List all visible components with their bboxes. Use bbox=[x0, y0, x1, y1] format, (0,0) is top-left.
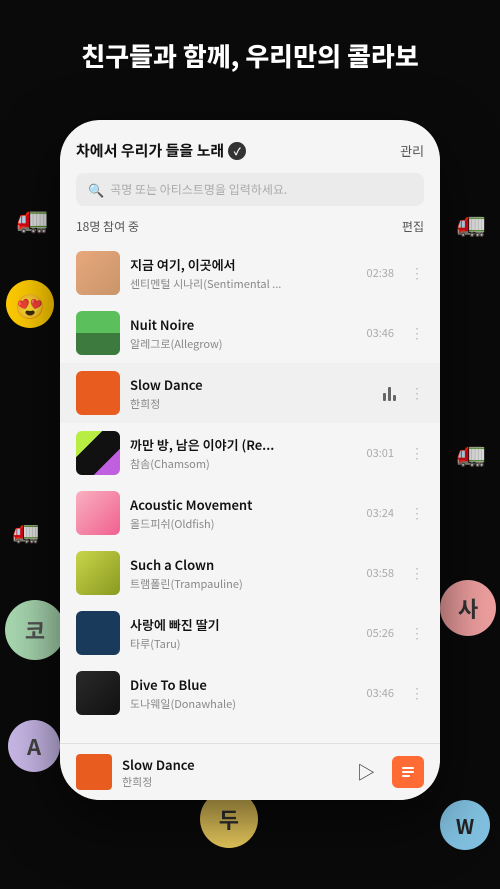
more-icon[interactable]: ⋮ bbox=[410, 263, 424, 283]
song-name: Acoustic Movement bbox=[130, 495, 357, 514]
song-item[interactable]: 지금 여기, 이곳에서 센티멘털 시나리(Sentimental ... 02:… bbox=[60, 243, 440, 303]
song-info: 지금 여기, 이곳에서 센티멘털 시나리(Sentimental ... bbox=[130, 255, 357, 292]
edit-button[interactable]: 편집 bbox=[402, 218, 424, 235]
song-name: 까만 방, 남은 이야기 (Re... bbox=[130, 435, 357, 454]
now-playing-bar: Slow Dance 한희정 ▷ bbox=[60, 743, 440, 800]
song-artist: 올드피쉬(Oldfish) bbox=[130, 516, 357, 532]
song-item[interactable]: Nuit Noire 알레그로(Allegrow) 03:46 ⋮ bbox=[60, 303, 440, 363]
song-artist: 한희정 bbox=[130, 396, 373, 412]
song-thumbnail bbox=[76, 551, 120, 595]
search-bar[interactable]: 🔍 곡명 또는 아티스트명을 입력하세요. bbox=[76, 173, 424, 206]
song-thumbnail bbox=[76, 431, 120, 475]
song-thumbnail bbox=[76, 371, 120, 415]
song-thumbnail bbox=[76, 671, 120, 715]
song-info: Such a Clown 트램폴린(Trampauline) bbox=[130, 555, 357, 592]
phone-frame: 차에서 우리가 들을 노래 ✓ 관리 🔍 곡명 또는 아티스트명을 입력하세요.… bbox=[60, 120, 440, 800]
search-placeholder-text: 곡명 또는 아티스트명을 입력하세요. bbox=[110, 181, 287, 198]
song-thumbnail bbox=[76, 611, 120, 655]
song-item-playing[interactable]: Slow Dance 한희정 ⋮ bbox=[60, 363, 440, 423]
song-item[interactable]: Such a Clown 트램폴린(Trampauline) 03:58 ⋮ bbox=[60, 543, 440, 603]
sticker-truck-4: 🚛 bbox=[6, 510, 46, 550]
more-icon[interactable]: ⋮ bbox=[410, 383, 424, 403]
song-item[interactable]: 까만 방, 남은 이야기 (Re... 참솜(Chamsom) 03:01 ⋮ bbox=[60, 423, 440, 483]
sticker-truck-2: 🚛 bbox=[450, 430, 492, 472]
song-info: Nuit Noire 알레그로(Allegrow) bbox=[130, 315, 357, 352]
more-icon[interactable]: ⋮ bbox=[410, 563, 424, 583]
playlist-header: 차에서 우리가 들을 노래 ✓ 관리 🔍 곡명 또는 아티스트명을 입력하세요.… bbox=[60, 120, 440, 243]
sticker-truck-1: 🚛 bbox=[10, 195, 55, 240]
song-artist: 도나웨일(Donawhale) bbox=[130, 696, 357, 712]
song-artist: 트램폴린(Trampauline) bbox=[130, 576, 357, 592]
song-duration: 03:46 bbox=[367, 325, 394, 341]
song-item[interactable]: Dive To Blue 도나웨일(Donawhale) 03:46 ⋮ bbox=[60, 663, 440, 723]
song-duration: 03:58 bbox=[367, 565, 394, 581]
sticker-ko: 코 bbox=[5, 600, 65, 660]
now-playing-artist: 한희정 bbox=[122, 774, 340, 790]
song-info: Slow Dance 한희정 bbox=[130, 375, 373, 412]
now-playing-info: Slow Dance 한희정 bbox=[122, 755, 340, 790]
song-artist: 알레그로(Allegrow) bbox=[130, 336, 357, 352]
song-artist: 참솜(Chamsom) bbox=[130, 456, 357, 472]
now-playing-thumbnail bbox=[76, 754, 112, 790]
participants-row: 18명 참여 중 편집 bbox=[76, 218, 424, 235]
sticker-truck-3: 🚛 bbox=[450, 200, 492, 242]
playlist-title-text: 차에서 우리가 들을 노래 bbox=[76, 140, 224, 161]
sticker-emoji-face: 😍 bbox=[6, 280, 54, 328]
song-duration: 03:24 bbox=[367, 505, 394, 521]
song-info: Dive To Blue 도나웨일(Donawhale) bbox=[130, 675, 357, 712]
more-icon[interactable]: ⋮ bbox=[410, 503, 424, 523]
queue-button[interactable] bbox=[392, 756, 424, 788]
phone-inner: 차에서 우리가 들을 노래 ✓ 관리 🔍 곡명 또는 아티스트명을 입력하세요.… bbox=[60, 120, 440, 800]
more-icon[interactable]: ⋮ bbox=[410, 323, 424, 343]
sticker-a: A bbox=[8, 720, 60, 772]
more-icon[interactable]: ⋮ bbox=[410, 683, 424, 703]
song-item[interactable]: Acoustic Movement 올드피쉬(Oldfish) 03:24 ⋮ bbox=[60, 483, 440, 543]
song-thumbnail bbox=[76, 311, 120, 355]
song-name: Dive To Blue bbox=[130, 675, 357, 694]
song-name: Such a Clown bbox=[130, 555, 357, 574]
playlist-title-row: 차에서 우리가 들을 노래 ✓ 관리 bbox=[76, 140, 424, 161]
search-icon: 🔍 bbox=[88, 180, 104, 199]
song-name: 지금 여기, 이곳에서 bbox=[130, 255, 357, 274]
song-duration: 05:26 bbox=[367, 625, 394, 641]
more-icon[interactable]: ⋮ bbox=[410, 443, 424, 463]
song-name: Nuit Noire bbox=[130, 315, 357, 334]
sticker-w: W bbox=[440, 800, 490, 850]
song-duration: 03:46 bbox=[367, 685, 394, 701]
playing-bars bbox=[383, 385, 396, 401]
song-name: Slow Dance bbox=[130, 375, 373, 394]
song-item[interactable]: 사랑에 빠진 딸기 타루(Taru) 05:26 ⋮ bbox=[60, 603, 440, 663]
participants-count: 18명 참여 중 bbox=[76, 218, 139, 235]
now-playing-name: Slow Dance bbox=[122, 755, 340, 774]
song-artist: 타루(Taru) bbox=[130, 636, 357, 652]
song-name: 사랑에 빠진 딸기 bbox=[130, 615, 357, 634]
song-duration: 02:38 bbox=[367, 265, 394, 281]
sticker-sa: 사 bbox=[440, 580, 496, 636]
song-duration: 03:01 bbox=[367, 445, 394, 461]
more-icon[interactable]: ⋮ bbox=[410, 623, 424, 643]
song-info: 사랑에 빠진 딸기 타루(Taru) bbox=[130, 615, 357, 652]
verified-icon: ✓ bbox=[228, 142, 246, 160]
song-info: Acoustic Movement 올드피쉬(Oldfish) bbox=[130, 495, 357, 532]
song-list: 지금 여기, 이곳에서 센티멘털 시나리(Sentimental ... 02:… bbox=[60, 243, 440, 743]
song-thumbnail bbox=[76, 491, 120, 535]
song-thumbnail bbox=[76, 251, 120, 295]
manage-button[interactable]: 관리 bbox=[400, 141, 424, 160]
headline-text: 친구들과 함께, 우리만의 콜라보 bbox=[81, 37, 419, 74]
playlist-title: 차에서 우리가 들을 노래 ✓ bbox=[76, 140, 246, 161]
play-button[interactable]: ▷ bbox=[350, 756, 382, 788]
song-info: 까만 방, 남은 이야기 (Re... 참솜(Chamsom) bbox=[130, 435, 357, 472]
song-artist: 센티멘털 시나리(Sentimental ... bbox=[130, 276, 357, 292]
headline: 친구들과 함께, 우리만의 콜라보 bbox=[0, 38, 500, 74]
